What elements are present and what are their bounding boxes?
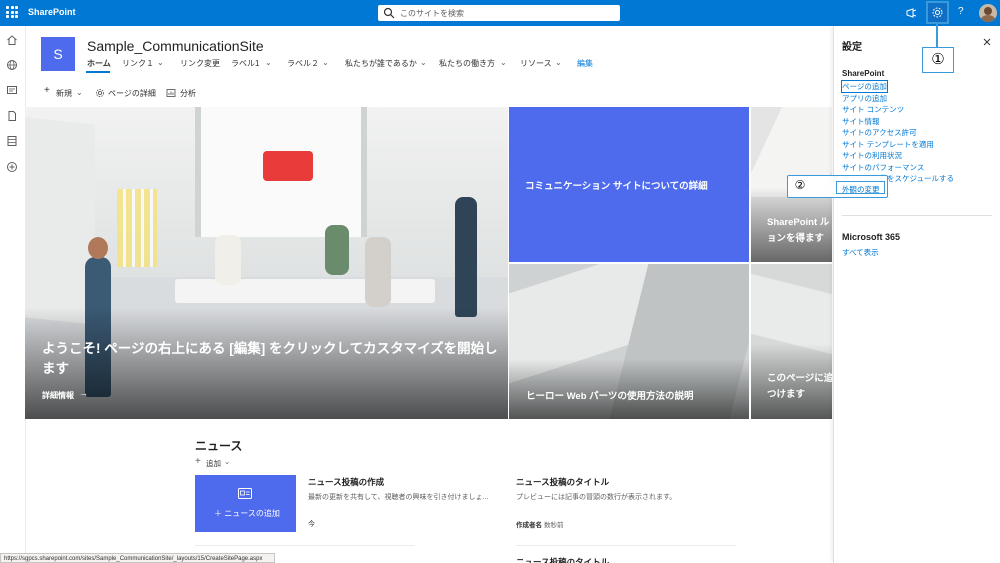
news-add-card-label: ＋ ニュースの追加: [214, 509, 280, 518]
analytics-icon: [166, 89, 176, 97]
add-icon[interactable]: +: [195, 456, 201, 467]
chevron-down-icon[interactable]: ⌄: [157, 58, 164, 67]
hero-tile-communication-site[interactable]: コミュニケーション サイトについての詳細: [509, 107, 749, 262]
avatar[interactable]: [979, 4, 997, 22]
nav-link1[interactable]: リンク１: [122, 58, 154, 69]
hero-tile-add-page[interactable]: このページに追 つけます: [751, 264, 832, 419]
news-item-title[interactable]: ニュース投稿のタイトル: [516, 476, 609, 488]
divider: [842, 215, 992, 216]
divider: [516, 545, 736, 546]
status-bar-url: https://sgpcs.sharepoint.com/sites/Sampl…: [0, 553, 275, 563]
nav-link-change[interactable]: リンク変更: [180, 58, 220, 69]
new-button[interactable]: 新規: [56, 88, 72, 99]
nav-home[interactable]: ホーム: [87, 58, 111, 69]
search-box[interactable]: このサイトを検索: [378, 5, 620, 21]
m365-section-heading: Microsoft 365: [842, 232, 901, 242]
change-the-look-link[interactable]: 外観の変更: [842, 184, 880, 195]
apply-site-template-link[interactable]: サイト テンプレートを適用: [842, 139, 934, 150]
hero-tile-web-part-guide[interactable]: ヒーロー Web パーツの使用方法の説明: [509, 264, 749, 419]
site-usage-link[interactable]: サイトの利用状況: [842, 150, 902, 161]
chevron-down-icon[interactable]: ⌄: [500, 58, 507, 67]
suite-bar: SharePoint このサイトを検索 ?: [0, 0, 1000, 26]
site-permissions-link[interactable]: サイトのアクセス許可: [842, 127, 917, 138]
callout-1-label: ①: [922, 47, 954, 73]
add-app-link[interactable]: アプリの追加: [842, 93, 887, 104]
settings-button[interactable]: [926, 1, 949, 24]
home-icon[interactable]: [6, 34, 18, 46]
arrow-right-icon: →: [79, 388, 88, 398]
news-icon: [238, 488, 252, 499]
chevron-down-icon[interactable]: ⌄: [76, 88, 83, 97]
callout-1-pointer: [936, 24, 938, 48]
search-icon: [383, 7, 395, 19]
nav-label2[interactable]: ラベル２: [287, 58, 319, 69]
sharepoint-section-heading: SharePoint: [842, 69, 885, 78]
site-info-link[interactable]: サイト情報: [842, 116, 880, 127]
document-icon[interactable]: [6, 110, 18, 122]
news-item-time: 今: [308, 521, 315, 528]
chevron-down-icon[interactable]: ⌄: [555, 58, 562, 67]
site-contents-link[interactable]: サイト コンテンツ: [842, 104, 904, 115]
news-add-card[interactable]: ＋ ニュースの追加: [195, 475, 296, 532]
callout-2-label: ②: [794, 178, 806, 192]
page-details-button[interactable]: ページの詳細: [108, 88, 156, 99]
app-bar: [0, 26, 26, 563]
chevron-down-icon[interactable]: ⌄: [322, 58, 329, 67]
megaphone-icon[interactable]: [905, 6, 919, 20]
news-icon[interactable]: [6, 84, 18, 96]
see-all-link[interactable]: すべて表示: [842, 247, 879, 258]
help-icon[interactable]: ?: [958, 6, 964, 17]
search-input[interactable]: このサイトを検索: [400, 8, 464, 19]
nav-active-indicator: [86, 71, 110, 73]
add-icon[interactable]: +: [44, 85, 50, 96]
site-performance-link[interactable]: サイトのパフォーマンス: [842, 162, 924, 173]
gear-icon: [95, 88, 105, 98]
chevron-down-icon[interactable]: ⌄: [224, 457, 230, 466]
divider: [195, 545, 415, 546]
gear-icon: [932, 7, 943, 18]
nav-who-we-are[interactable]: 私たちが誰であるか: [345, 58, 417, 69]
news-add-button[interactable]: 追加: [206, 458, 221, 469]
nav-edit-link[interactable]: 編集: [577, 58, 593, 69]
site-logo[interactable]: S: [41, 37, 75, 71]
hero-tile-title: このページに追 つけます: [767, 373, 832, 400]
news-item-title[interactable]: ニュース投稿の作成: [308, 476, 384, 488]
hero-tile-title: SharePoint ル ョンを得ます: [767, 217, 830, 244]
news-item-time: 数秒前: [544, 522, 564, 529]
hero-learn-more-link[interactable]: 詳細情報: [42, 390, 74, 401]
news-heading: ニュース: [195, 439, 243, 453]
close-icon[interactable]: [983, 38, 991, 46]
news-item-title[interactable]: ニュース投稿のタイトル: [516, 556, 609, 563]
nav-how-we-work[interactable]: 私たちの働き方: [439, 58, 495, 69]
site-title[interactable]: Sample_CommunicationSite: [87, 38, 264, 54]
nav-resources[interactable]: リソース: [520, 58, 552, 69]
chevron-down-icon[interactable]: ⌄: [265, 58, 272, 67]
hero-main-tile[interactable]: ようこそ! ページの右上にある [編集] をクリックしてカスタマイズを開始します…: [25, 107, 508, 419]
hero-tile-title: ヒーロー Web パーツの使用方法の説明: [526, 391, 694, 402]
add-circle-icon[interactable]: [6, 161, 18, 173]
settings-panel-title: 設定: [842, 42, 862, 53]
add-page-link[interactable]: ページの追加: [841, 80, 888, 93]
hero-tile-title: コミュニケーション サイトについての詳細: [525, 181, 708, 192]
news-item-author: 作成者名: [516, 522, 542, 529]
app-name[interactable]: SharePoint: [28, 7, 76, 17]
news-item-description: 最新の更新を共有して、視聴者の興味を引き付けましょ...: [308, 494, 489, 501]
chevron-down-icon[interactable]: ⌄: [420, 58, 427, 67]
waffle-icon[interactable]: [6, 6, 18, 18]
nav-label1[interactable]: ラベル1: [231, 58, 259, 69]
news-item-description: プレビューには記事の冒頭の数行が表示されます。: [516, 494, 677, 501]
globe-icon[interactable]: [6, 59, 18, 71]
analytics-button[interactable]: 分析: [180, 88, 196, 99]
hero-main-title: ようこそ! ページの右上にある [編集] をクリックしてカスタマイズを開始します: [42, 341, 498, 376]
list-icon[interactable]: [6, 135, 18, 147]
